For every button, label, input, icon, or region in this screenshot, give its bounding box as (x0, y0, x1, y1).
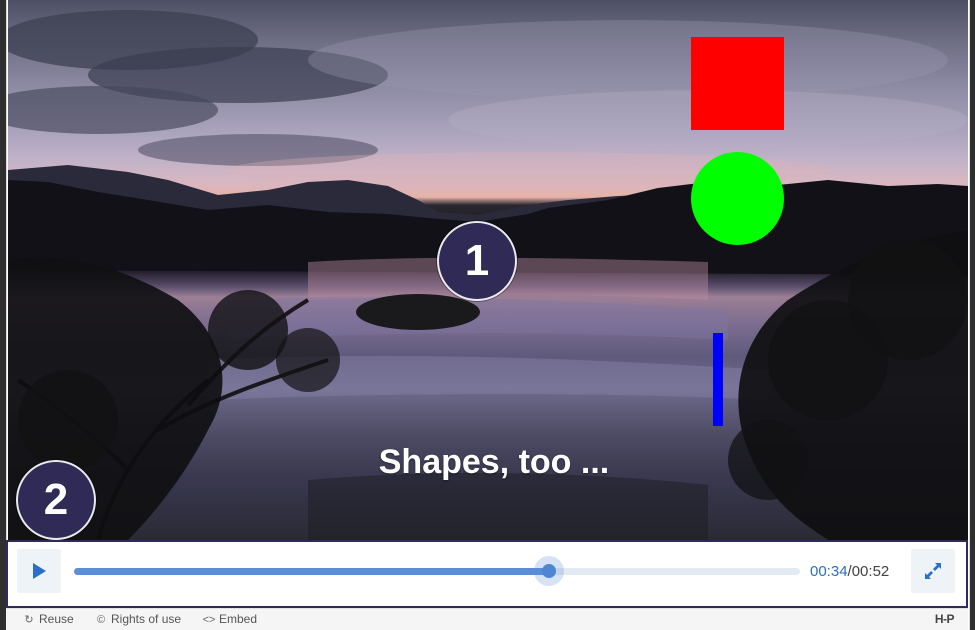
rights-of-use-link[interactable]: © Rights of use (94, 611, 181, 627)
embed-icon: <> (202, 614, 216, 626)
play-icon (33, 563, 46, 579)
seek-handle[interactable] (533, 556, 564, 586)
fullscreen-button[interactable] (911, 549, 955, 593)
green-circle-shape (691, 152, 784, 245)
video-controls-bar: 00:34/00:52 (6, 540, 968, 608)
embed-link[interactable]: <> Embed (202, 611, 257, 627)
rights-of-use-label: Rights of use (111, 612, 182, 626)
h5p-actions-footer: ↻ Reuse © Rights of use <> Embed H-P (6, 608, 968, 630)
fullscreen-icon (925, 563, 941, 579)
hotspot-2[interactable]: 2 (16, 460, 96, 540)
hotspot-1[interactable]: 1 (437, 221, 517, 301)
reuse-label: Reuse (39, 612, 74, 626)
reuse-link[interactable]: ↻ Reuse (22, 611, 74, 627)
red-square-shape (691, 37, 784, 130)
h5p-logo[interactable]: H-P (935, 611, 955, 627)
video-frame[interactable]: 1 2 Shapes, too ... (8, 0, 968, 540)
seek-progress (74, 568, 549, 575)
embed-label: Embed (219, 612, 258, 626)
total-time: 00:52 (851, 563, 890, 580)
shapes-caption: Shapes, too ... (378, 443, 610, 481)
reuse-icon: ↻ (24, 614, 34, 626)
copyright-icon: © (96, 614, 106, 626)
time-display: 00:34/00:52 (810, 563, 889, 581)
seek-bar[interactable] (74, 556, 800, 586)
blue-line-shape (713, 333, 723, 426)
h5p-interactive-video: 1 2 Shapes, too ... (6, 0, 970, 630)
current-time: 00:34 (810, 563, 848, 580)
play-button[interactable] (17, 549, 61, 593)
